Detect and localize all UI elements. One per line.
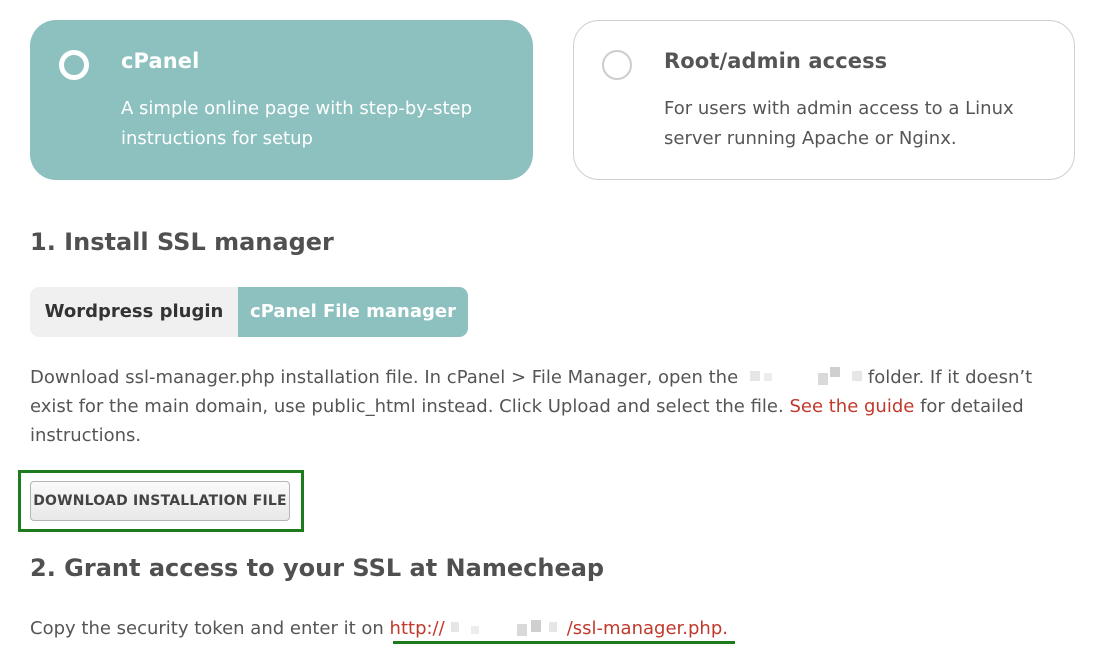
step1-text-before: Download ssl-manager.php installation fi…	[30, 367, 744, 388]
step2-heading: 2. Grant access to your SSL at Namecheap	[30, 554, 605, 582]
radio-unselected-icon[interactable]	[602, 50, 632, 80]
option-card-root-access[interactable]: Root/admin access For users with admin a…	[573, 20, 1075, 180]
option-title-root-access: Root/admin access	[664, 49, 888, 73]
see-the-guide-link[interactable]: See the guide	[789, 396, 914, 417]
redacted-domain	[445, 618, 567, 636]
option-description-cpanel: A simple online page with step-by-step i…	[121, 98, 473, 149]
install-method-tabs: Wordpress plugin cPanel File manager	[30, 287, 468, 337]
step2-text-before: Copy the security token and enter it on	[30, 618, 390, 639]
ssl-setup-page: cPanel A simple online page with step-by…	[0, 0, 1107, 667]
url-suffix: /ssl-manager.php.	[566, 618, 728, 639]
step1-heading: 1. Install SSL manager	[30, 228, 334, 256]
url-highlight-underline	[393, 641, 735, 644]
step1-instructions: Download ssl-manager.php installation fi…	[30, 363, 1070, 450]
tab-cpanel-file-manager[interactable]: cPanel File manager	[238, 287, 468, 337]
option-title-cpanel: cPanel	[121, 49, 200, 73]
step2-instructions: Copy the security token and enter it on …	[30, 614, 728, 643]
redacted-folder-name	[744, 367, 868, 385]
radio-selected-icon[interactable]	[59, 50, 89, 80]
ssl-manager-url-link[interactable]: http:// /ssl-manager.php.	[390, 618, 728, 639]
option-description-root-access: For users with admin access to a Linux s…	[664, 98, 1014, 149]
download-installation-file-button[interactable]: DOWNLOAD INSTALLATION FILE	[30, 481, 290, 521]
option-card-cpanel[interactable]: cPanel A simple online page with step-by…	[30, 20, 533, 180]
url-prefix: http://	[389, 618, 445, 639]
tab-wordpress-plugin[interactable]: Wordpress plugin	[30, 287, 238, 337]
